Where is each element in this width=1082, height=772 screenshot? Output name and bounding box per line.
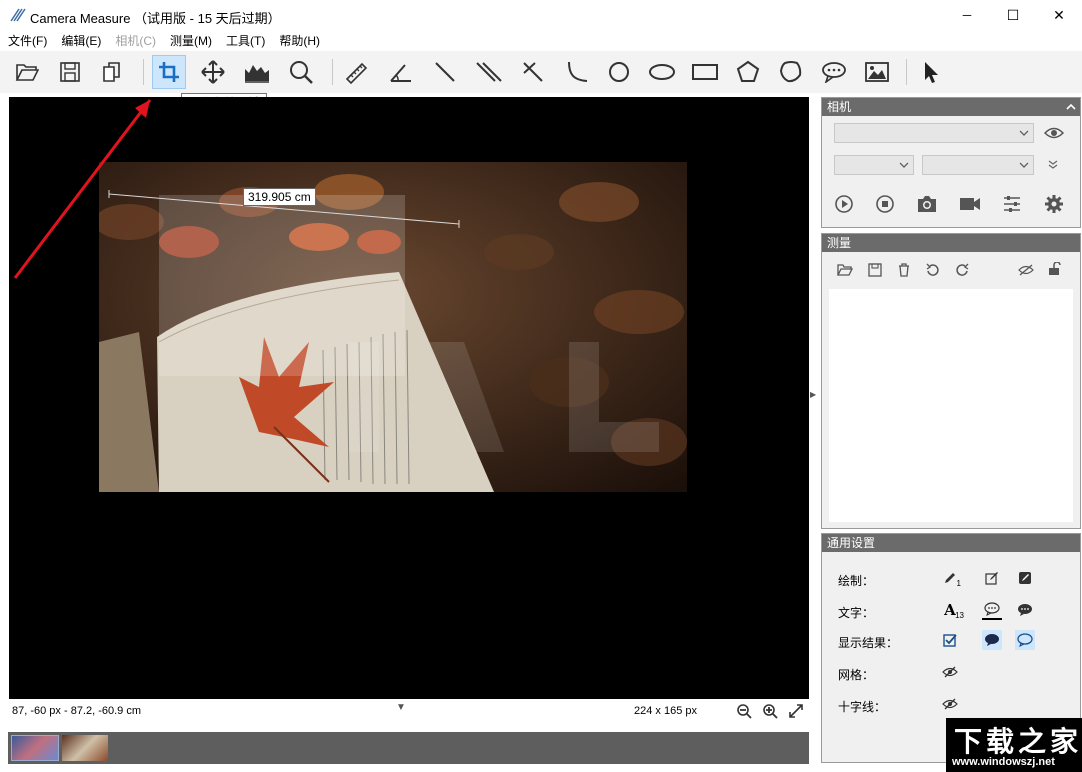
autumn-leaves-photo	[99, 162, 687, 492]
thumbnail-2[interactable]	[62, 735, 108, 761]
cross-lines-icon[interactable]	[516, 55, 550, 89]
camera-panel-header: 相机	[822, 98, 1080, 116]
cursor-coords: 87, -60 px - 87.2, -60.9 cm	[12, 705, 142, 717]
eye-icon[interactable]	[1044, 126, 1064, 140]
rectangle-icon[interactable]	[688, 55, 722, 89]
ellipse-icon[interactable]	[645, 55, 679, 89]
annotation-arrow-icon	[13, 99, 152, 279]
image-icon[interactable]	[860, 55, 894, 89]
zoom-out-icon[interactable]	[736, 703, 752, 719]
measure-panel: 测量	[821, 233, 1081, 529]
result-bubble-filled-icon[interactable]	[982, 630, 1002, 650]
histogram-icon[interactable]	[240, 55, 274, 89]
menu-tools[interactable]: 工具(T)	[226, 32, 265, 49]
measure-panel-header: 测量	[822, 234, 1080, 252]
crosshair-hidden-eye-icon[interactable]	[940, 694, 960, 714]
camera-panel: 相机	[821, 97, 1081, 228]
show-result-label: 显示结果：	[838, 636, 899, 650]
arc-icon[interactable]	[560, 55, 594, 89]
fit-screen-icon[interactable]	[788, 703, 804, 719]
title-bar: Camera Measure （试用版 - 15 天后过期） ─ ☐ ✕	[0, 0, 1082, 30]
save-measure-icon[interactable]	[868, 263, 882, 277]
pen-fill-icon[interactable]	[1015, 568, 1035, 588]
watermark-title: 下载之家	[954, 725, 1082, 758]
settings-panel-header: 通用设置	[822, 534, 1080, 552]
expand-more-icon[interactable]	[1048, 160, 1058, 170]
text-bubble-filled-icon[interactable]	[1015, 600, 1035, 620]
menu-help[interactable]: 帮助(H)	[279, 32, 320, 49]
undo-icon[interactable]	[926, 263, 940, 277]
site-watermark-logo: 下载之家 www.windowszj.net	[946, 718, 1082, 772]
delete-measure-icon[interactable]	[897, 263, 911, 277]
splitter-arrow-icon[interactable]: ▶	[810, 390, 816, 399]
open-measure-icon[interactable]	[837, 263, 853, 277]
menu-bar: 文件(F) 编辑(E) 相机(C) 测量(M) 工具(T) 帮助(H)	[0, 30, 1082, 50]
status-bar: 87, -60 px - 87.2, -60.9 cm ▼ 224 x 165 …	[0, 700, 815, 722]
copy-pages-icon[interactable]	[96, 55, 130, 89]
collapse-icon[interactable]	[1066, 102, 1076, 112]
thumbnail-strip	[8, 732, 809, 764]
adjust-sliders-icon[interactable]	[1002, 195, 1022, 213]
toolbar-separator	[143, 59, 144, 85]
maximize-button[interactable]: ☐	[990, 0, 1036, 30]
circle-icon[interactable]	[602, 55, 636, 89]
camera-select[interactable]	[834, 123, 1034, 143]
close-button[interactable]: ✕	[1036, 0, 1082, 30]
menu-file[interactable]: 文件(F)	[8, 32, 47, 49]
rounded-shape-icon[interactable]	[774, 55, 808, 89]
parallel-lines-icon[interactable]	[472, 55, 506, 89]
toolbar-separator	[906, 59, 907, 85]
app-logo-icon	[10, 8, 26, 22]
toolbar-separator	[332, 59, 333, 85]
result-bubble-outline-icon[interactable]	[1015, 630, 1035, 650]
hide-eye-icon[interactable]	[1018, 264, 1034, 276]
window-title: Camera Measure （试用版 - 15 天后过期）	[30, 11, 281, 26]
grid-hidden-eye-icon[interactable]	[940, 662, 960, 682]
minimize-button[interactable]: ─	[944, 0, 990, 30]
pen-color-icon[interactable]	[982, 568, 1002, 588]
menu-edit[interactable]: 编辑(E)	[61, 32, 101, 49]
image-size: 224 x 165 px	[634, 705, 697, 717]
menu-measure[interactable]: 测量(M)	[170, 32, 212, 49]
measurement-label[interactable]: 319.905 cm	[243, 188, 316, 206]
text-label: 文字：	[838, 606, 875, 620]
resolution-select[interactable]	[834, 155, 914, 175]
play-icon[interactable]	[835, 195, 853, 213]
open-folder-icon[interactable]	[10, 55, 44, 89]
font-size-icon[interactable]: A 13	[940, 600, 964, 620]
draw-label: 绘制：	[838, 574, 875, 588]
video-record-icon[interactable]	[959, 196, 981, 212]
move-icon[interactable]	[196, 55, 230, 89]
pen-width-icon[interactable]: 1	[940, 568, 961, 588]
camera-panel-title: 相机	[827, 100, 852, 114]
comment-icon[interactable]	[817, 55, 851, 89]
status-dropdown-icon[interactable]: ▼	[396, 702, 406, 713]
measure-list[interactable]	[829, 289, 1073, 522]
crop-icon[interactable]	[152, 55, 186, 89]
unlock-icon[interactable]	[1047, 262, 1061, 276]
show-result-checkbox-icon[interactable]	[940, 630, 960, 650]
settings-panel-title: 通用设置	[827, 536, 876, 550]
camera-settings-gear-icon[interactable]	[1044, 194, 1064, 214]
measure-panel-title: 测量	[827, 236, 852, 250]
angle-icon[interactable]	[384, 55, 418, 89]
line-icon[interactable]	[428, 55, 462, 89]
camera-snapshot-icon[interactable]	[916, 194, 938, 214]
toolbar	[0, 51, 1082, 93]
stop-icon[interactable]	[876, 195, 894, 213]
crosshair-label: 十字线：	[838, 700, 887, 714]
thumbnail-1[interactable]	[11, 735, 59, 761]
zoom-in-icon[interactable]	[762, 703, 778, 719]
pentagon-icon[interactable]	[731, 55, 765, 89]
text-bubble-outline-icon[interactable]	[982, 600, 1002, 620]
redo-icon[interactable]	[955, 263, 969, 277]
menu-camera[interactable]: 相机(C)	[115, 32, 156, 49]
grid-label: 网格：	[838, 668, 875, 682]
save-icon[interactable]	[53, 55, 87, 89]
watermark-url: www.windowszj.net	[952, 756, 1055, 768]
ruler-icon[interactable]	[340, 55, 374, 89]
zoom-icon[interactable]	[284, 55, 318, 89]
format-select[interactable]	[922, 155, 1034, 175]
pointer-icon[interactable]	[914, 55, 948, 89]
